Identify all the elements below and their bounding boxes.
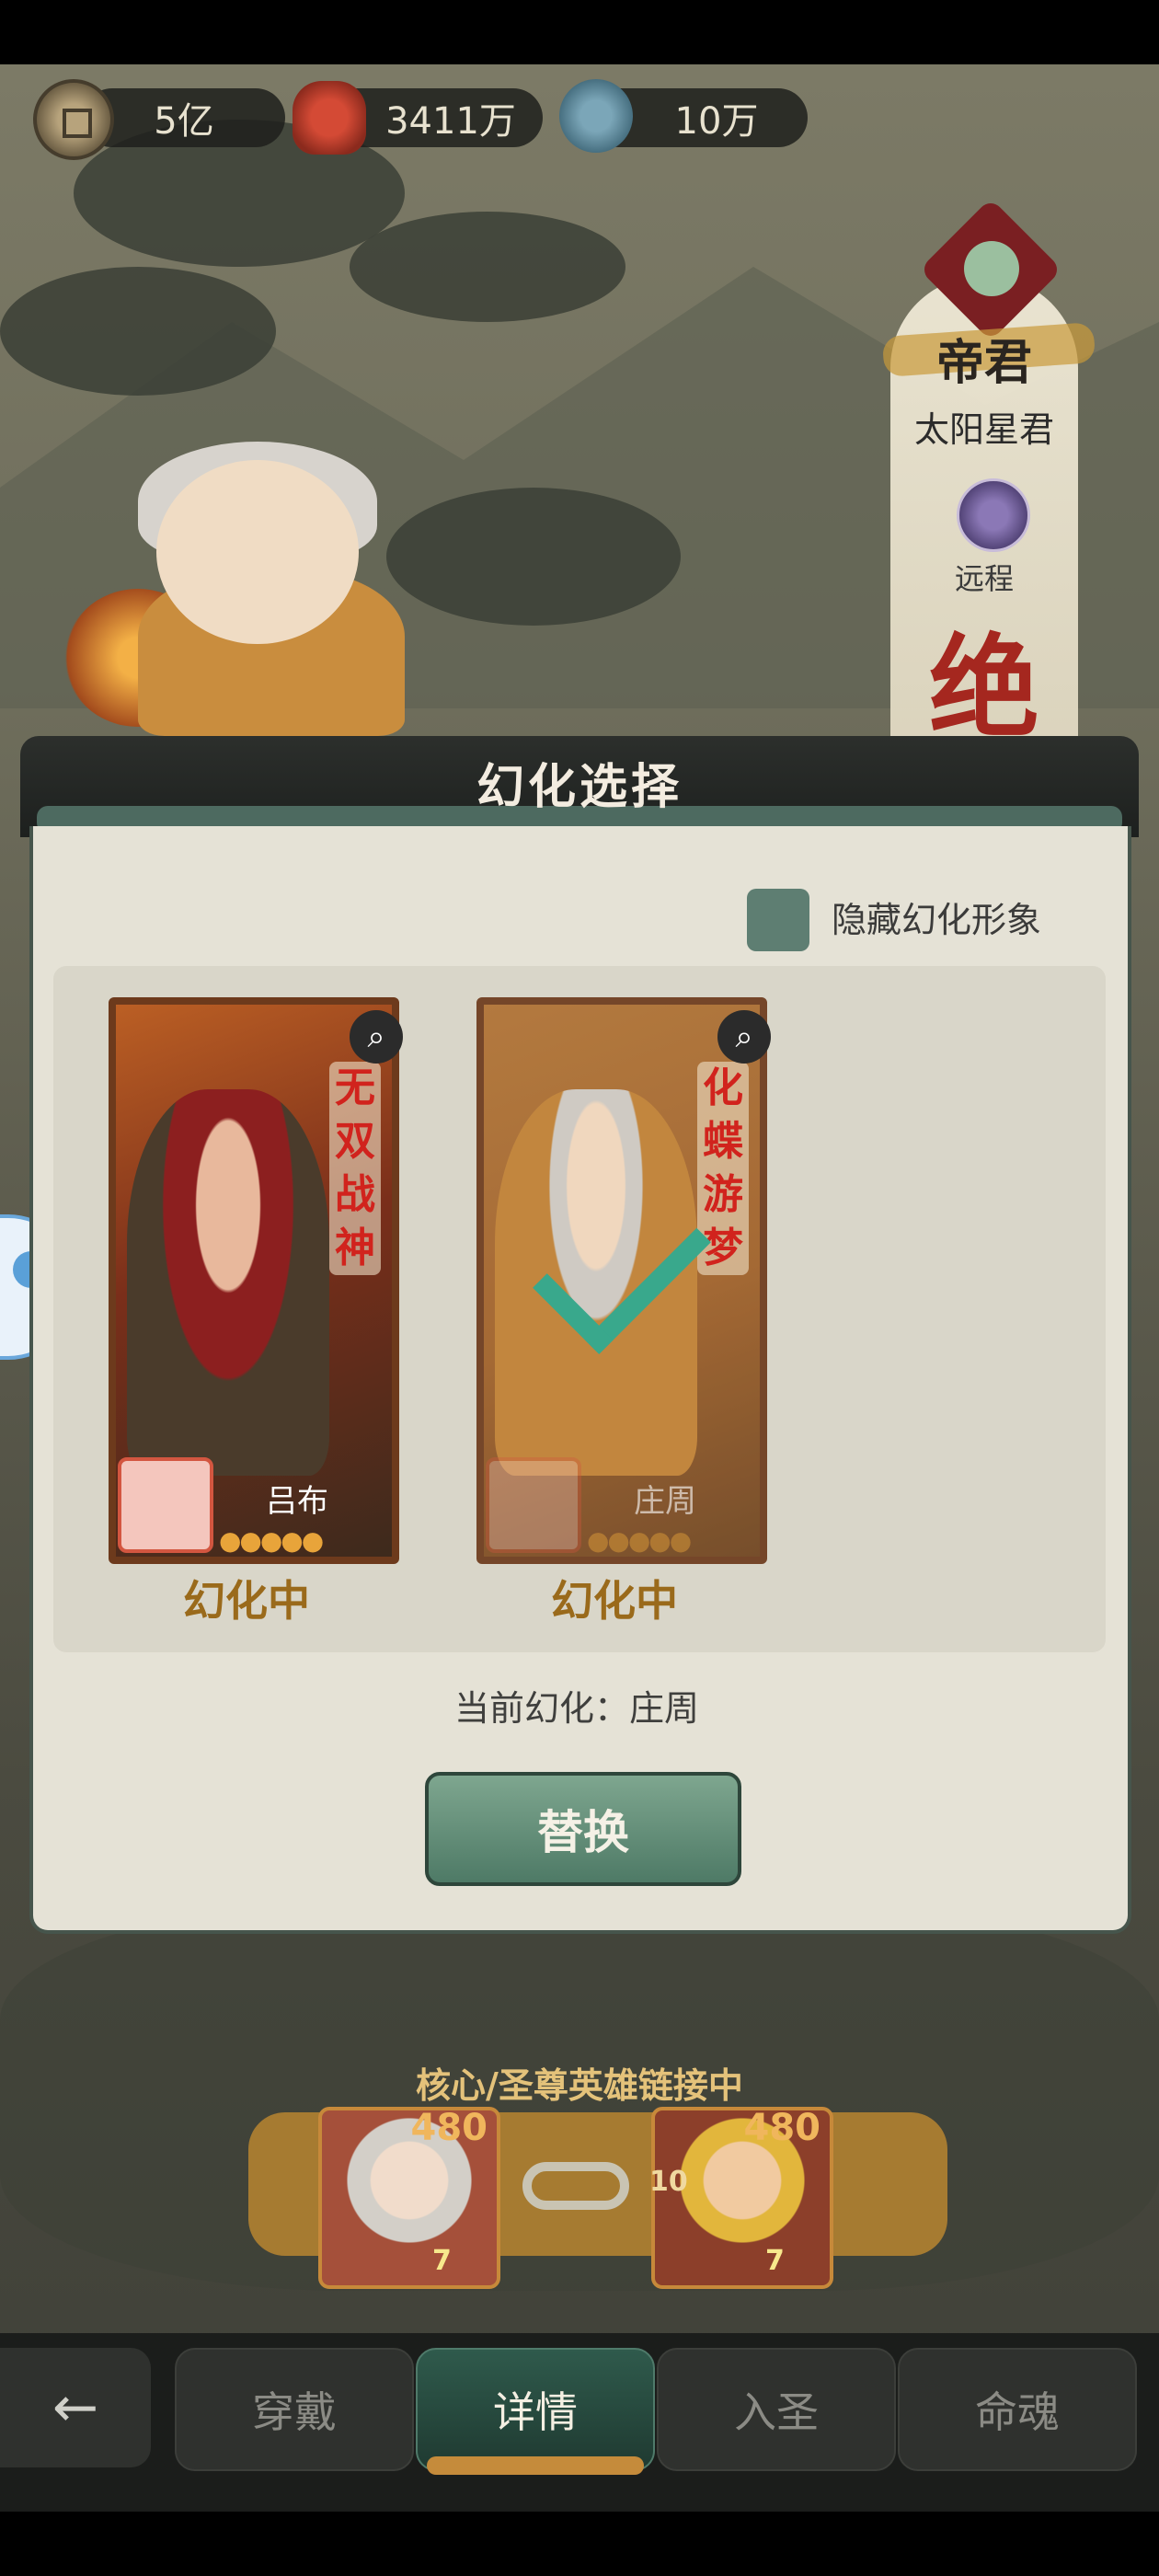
hero-avatar <box>486 1457 581 1553</box>
tab-soul[interactable]: 命魂 <box>898 2348 1137 2471</box>
core-hero-small: 7 <box>432 2245 452 2277</box>
linked-hero-level: 480 <box>743 2107 821 2149</box>
zoom-icon[interactable]: ⌕ <box>350 1010 403 1064</box>
link-status-title: 核心/圣尊英雄链接中 <box>416 2065 743 2106</box>
zoom-icon[interactable]: ⌕ <box>717 1010 771 1064</box>
tab-details[interactable]: 详情 <box>416 2348 655 2475</box>
gourd-amount: 10万 <box>674 100 759 143</box>
gift-amount: 3411万 <box>385 100 516 143</box>
faction-emblem-face-icon <box>964 241 1019 296</box>
star-rating: ●●●●● <box>219 1525 324 1556</box>
hero-rank: 帝君 <box>935 335 1032 391</box>
hero-name: 太阳星君 <box>913 409 1054 450</box>
hide-skin-label[interactable]: 隐藏幻化形象 <box>832 892 1041 948</box>
coin-amount: 5亿 <box>154 100 214 143</box>
coin-icon <box>33 79 114 160</box>
skin-hero-name: 吕布 <box>266 1483 328 1520</box>
skin-card-lubu[interactable]: 无双战神 ⌕ 吕布 ●●●●● 幻化中 <box>109 979 403 1626</box>
linked-hero-stars: 10 <box>649 2166 688 2198</box>
gourd-icon <box>559 79 633 153</box>
skin-title: 无双战神 <box>329 1062 381 1275</box>
tab-wear[interactable]: 穿戴 <box>175 2348 414 2471</box>
linked-hero-small: 7 <box>765 2245 785 2277</box>
tree-foliage <box>0 267 276 396</box>
core-hero-level: 480 <box>410 2107 488 2149</box>
replace-button[interactable]: 替换 <box>425 1772 741 1886</box>
red-gift-icon <box>293 81 366 155</box>
chain-link-icon <box>522 2162 629 2210</box>
lubu-portrait <box>127 1089 329 1476</box>
skin-status: 幻化中 <box>551 1576 678 1626</box>
tree-foliage <box>350 212 625 322</box>
back-arrow-icon[interactable]: ← <box>0 2348 151 2467</box>
attack-type: 远程 <box>954 561 1014 596</box>
hero-grade: 绝 <box>929 623 1039 753</box>
ranged-icon <box>957 478 1030 552</box>
skin-status: 幻化中 <box>183 1576 310 1626</box>
star-rating: ●●●●● <box>587 1525 692 1556</box>
current-skin-label: 当前幻化：庄周 <box>453 1688 699 1729</box>
hero-avatar <box>118 1457 213 1553</box>
skin-hero-name: 庄周 <box>634 1483 696 1520</box>
hero-chibi-face[interactable] <box>156 460 359 644</box>
tree-foliage <box>386 488 681 626</box>
hide-skin-checkbox[interactable] <box>747 889 809 951</box>
dialog-title: 幻化选择 <box>476 758 683 815</box>
skin-card-zhuangzhou[interactable]: 化蝶游梦 ⌕ 庄周 ●●●●● 幻化中 <box>476 979 771 1626</box>
tab-ascend[interactable]: 入圣 <box>657 2348 896 2471</box>
